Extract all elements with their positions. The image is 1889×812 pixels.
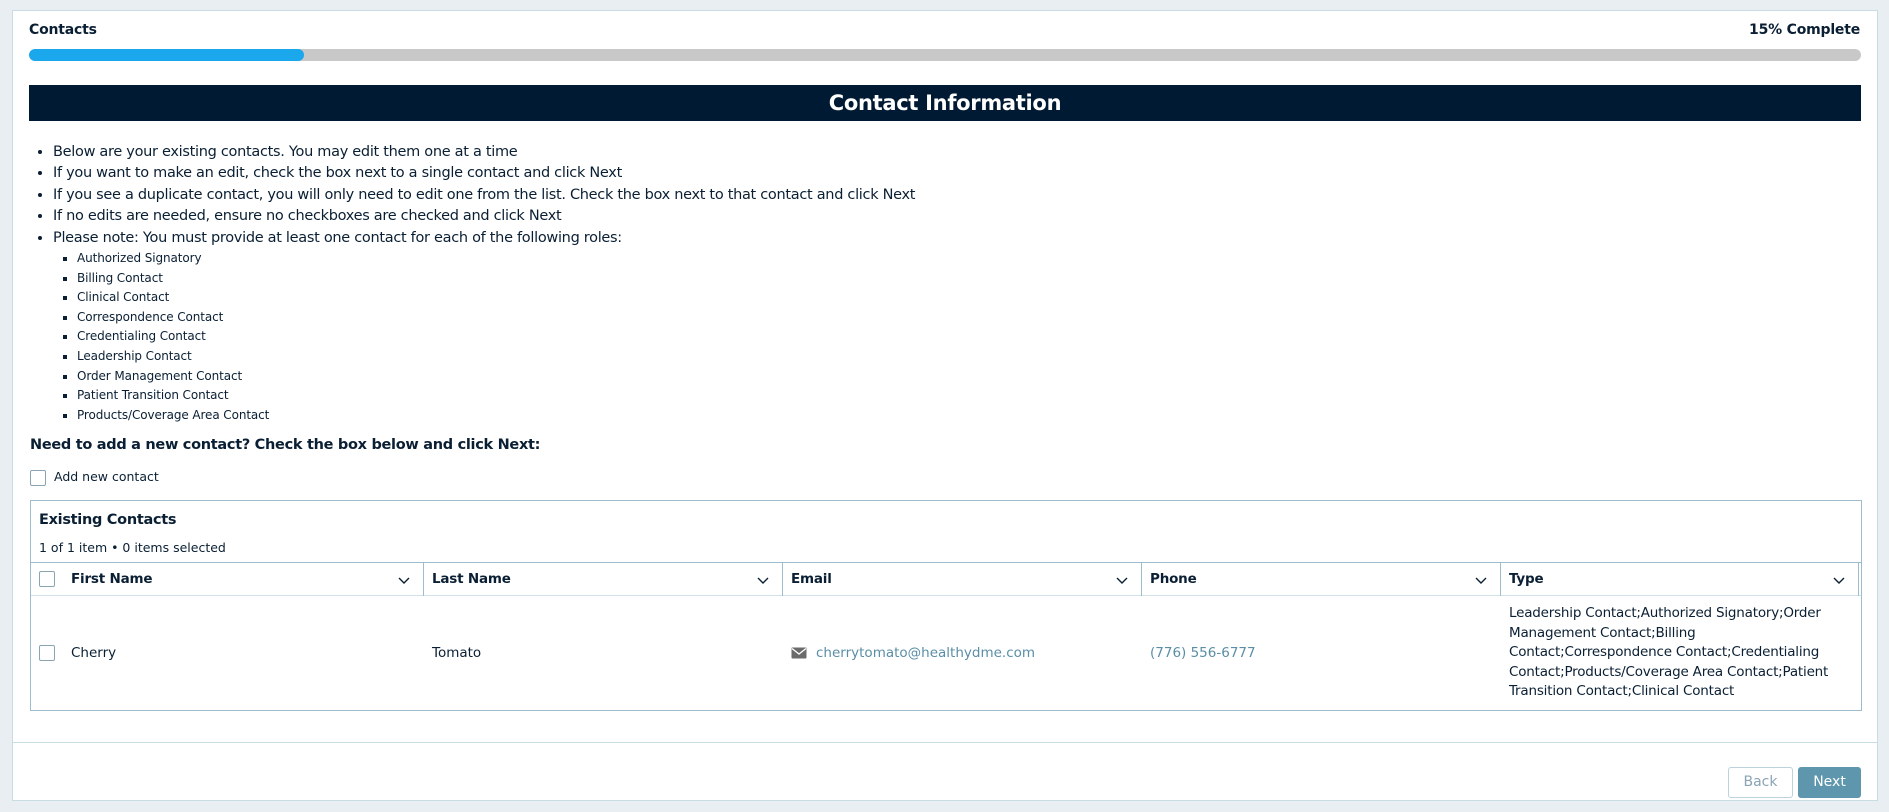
wizard-card: Contacts 15% Complete Contact Informatio… <box>12 10 1878 801</box>
chevron-down-icon[interactable] <box>1474 573 1488 587</box>
column-header-first-name[interactable]: First Name <box>31 563 424 596</box>
add-new-contact-checkbox[interactable] <box>30 470 46 486</box>
cell-last-name: Tomato <box>424 596 783 710</box>
select-all-checkbox[interactable] <box>39 571 55 587</box>
add-new-contact-label[interactable]: Add new contact <box>54 469 159 484</box>
email-value[interactable]: cherrytomato@healthydme.com <box>816 645 1035 661</box>
chevron-down-icon[interactable] <box>1832 573 1846 587</box>
column-label: Type <box>1509 571 1544 587</box>
cell-email: cherrytomato@healthydme.com <box>783 596 1142 710</box>
progress-label: 15% Complete <box>1749 22 1860 38</box>
wizard-header: Contacts 15% Complete <box>29 22 1860 40</box>
progress-bar-fill <box>29 49 304 61</box>
instructions: Below are your existing contacts. You ma… <box>53 142 916 426</box>
column-header-email[interactable]: Email <box>783 563 1142 596</box>
next-button[interactable]: Next <box>1798 767 1861 798</box>
progress-bar <box>29 49 1861 61</box>
instruction-item: Please note: You must provide at least o… <box>53 228 915 426</box>
instruction-item: Below are your existing contacts. You ma… <box>53 142 915 163</box>
cell-type: Leadership Contact;Authorized Signatory;… <box>1501 596 1859 710</box>
cell-phone: (776) 556-6777 <box>1142 596 1501 710</box>
instruction-item: If you see a duplicate contact, you will… <box>53 185 916 206</box>
first-name-value: Cherry <box>71 645 117 661</box>
table-row[interactable]: Cherry Tomato cherrytomato@healthydme.co… <box>31 596 1861 710</box>
role-item: Order Management Contact <box>77 367 915 387</box>
footer-divider <box>13 742 1877 743</box>
column-header-last-name[interactable]: Last Name <box>424 563 783 596</box>
grid-selection-count: 1 of 1 item • 0 items selected <box>39 540 226 555</box>
existing-contacts-grid: Existing Contacts 1 of 1 item • 0 items … <box>30 500 1862 711</box>
cell-first-name: Cherry <box>31 596 424 710</box>
new-contact-prompt: Need to add a new contact? Check the box… <box>30 437 541 453</box>
roles-list: Authorized Signatory Billing Contact Cli… <box>77 249 915 425</box>
role-item: Billing Contact <box>77 269 915 289</box>
column-label: Last Name <box>432 571 511 587</box>
envelope-icon <box>791 647 807 659</box>
phone-link[interactable]: (776) 556-6777 <box>1150 645 1256 661</box>
instruction-text: Please note: You must provide at least o… <box>53 229 622 246</box>
grid-header: First Name Last Name Email Phone Type <box>31 562 1861 596</box>
chevron-down-icon[interactable] <box>397 573 411 587</box>
column-label: First Name <box>71 571 153 587</box>
column-header-type[interactable]: Type <box>1501 563 1859 596</box>
role-item: Credentialing Contact <box>77 327 915 347</box>
role-item: Correspondence Contact <box>77 308 915 328</box>
instruction-item: If you want to make an edit, check the b… <box>53 163 915 184</box>
last-name-value: Tomato <box>432 645 482 661</box>
row-select-checkbox[interactable] <box>39 645 55 661</box>
chevron-down-icon[interactable] <box>756 573 770 587</box>
section-label: Contacts <box>29 22 97 38</box>
grid-title: Existing Contacts <box>39 512 177 528</box>
email-link[interactable]: cherrytomato@healthydme.com <box>791 645 1035 661</box>
instruction-item: If no edits are needed, ensure no checkb… <box>53 206 915 227</box>
type-value: Leadership Contact;Authorized Signatory;… <box>1509 605 1829 700</box>
page-title: Contact Information <box>29 85 1861 121</box>
add-new-contact-row[interactable]: Add new contact <box>30 469 159 487</box>
chevron-down-icon[interactable] <box>1115 573 1129 587</box>
role-item: Products/Coverage Area Contact <box>77 406 915 426</box>
role-item: Patient Transition Contact <box>77 386 915 406</box>
back-button[interactable]: Back <box>1728 767 1793 798</box>
column-label: Phone <box>1150 571 1197 587</box>
column-header-phone[interactable]: Phone <box>1142 563 1501 596</box>
role-item: Clinical Contact <box>77 288 915 308</box>
role-item: Leadership Contact <box>77 347 915 367</box>
role-item: Authorized Signatory <box>77 249 915 269</box>
column-label: Email <box>791 571 832 587</box>
